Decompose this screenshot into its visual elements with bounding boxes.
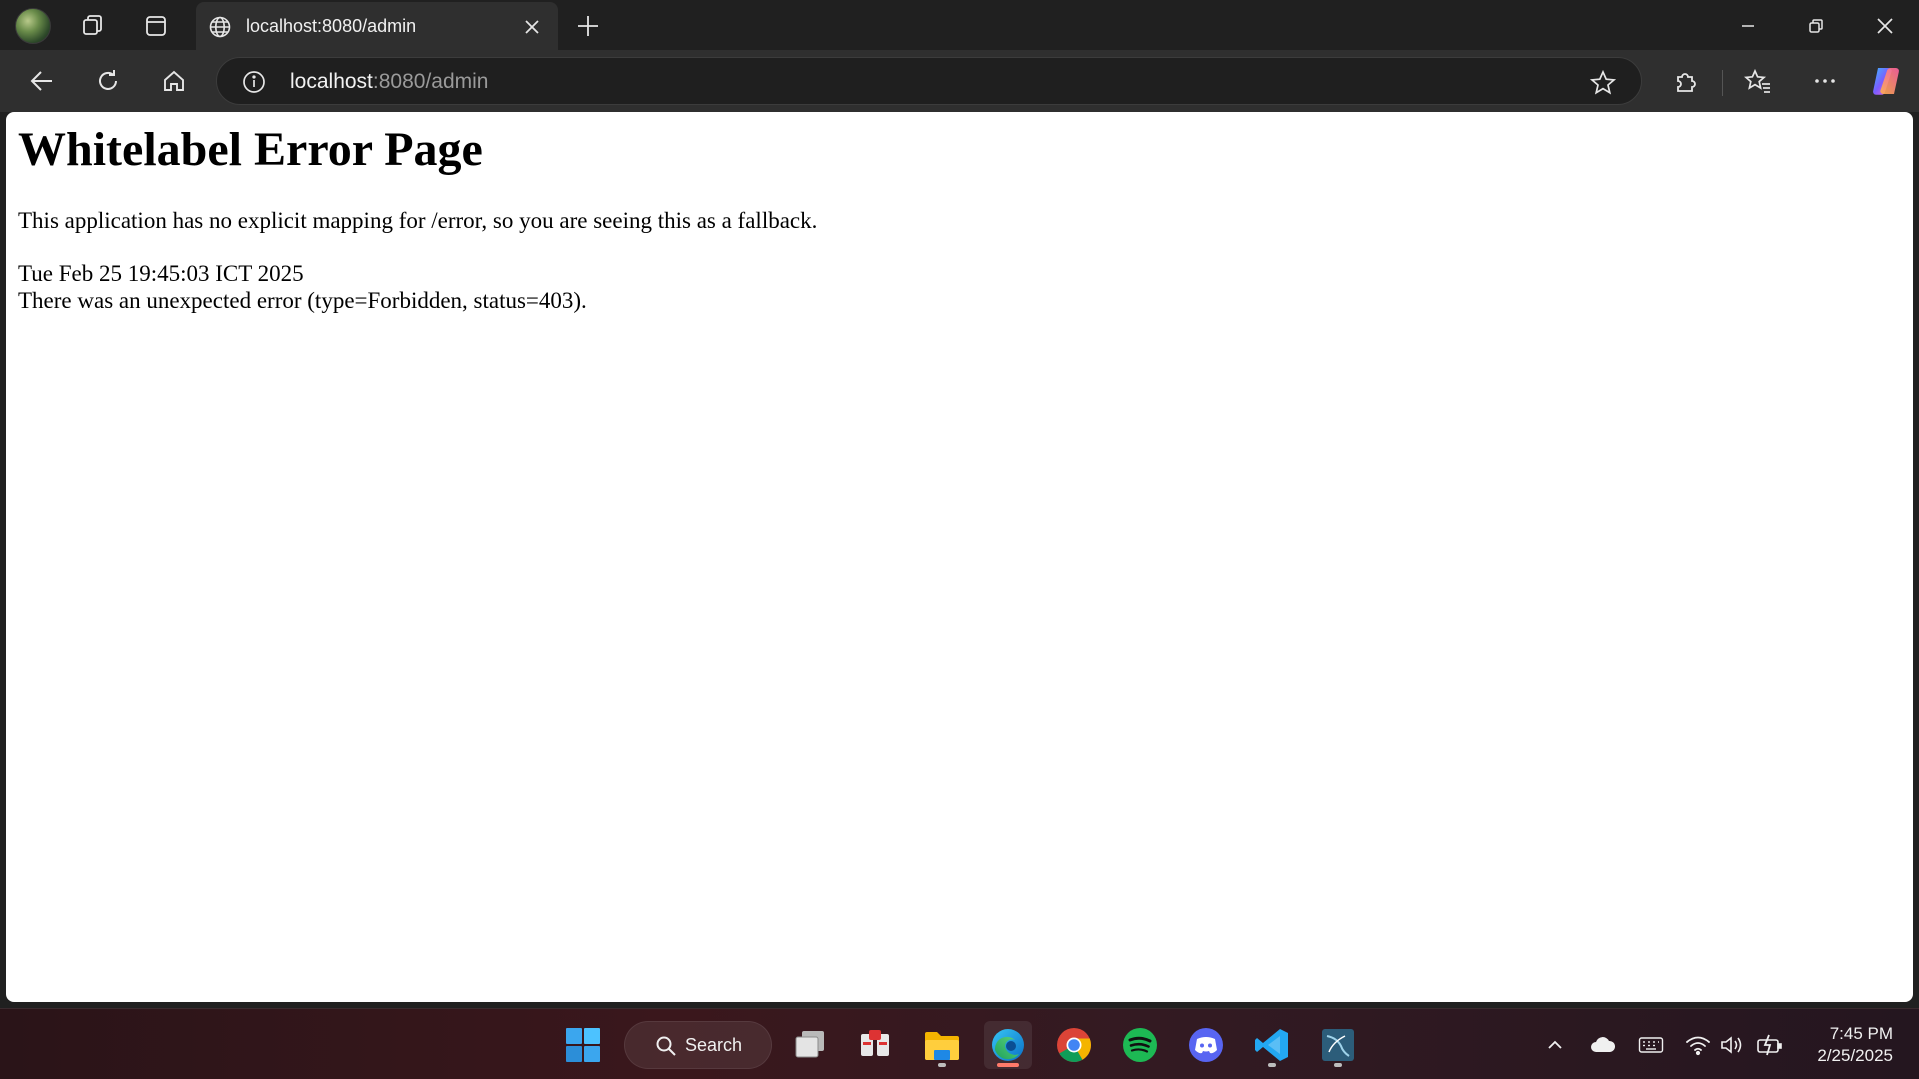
mysql-workbench-icon[interactable]: [1314, 1021, 1362, 1069]
battery-charging-icon[interactable]: [1756, 1031, 1784, 1059]
edge-icon[interactable]: [984, 1021, 1032, 1069]
extensions-icon[interactable]: [1669, 64, 1703, 98]
profile-avatar[interactable]: [15, 8, 51, 44]
clock-time: 7:45 PM: [1829, 1024, 1893, 1043]
favorites-icon[interactable]: [1741, 64, 1775, 98]
error-message: This application has no explicit mapping…: [18, 208, 818, 233]
search-icon: [655, 1035, 677, 1057]
more-options-icon[interactable]: [1808, 64, 1842, 98]
error-details: Tue Feb 25 19:45:03 ICT 2025 There was a…: [18, 260, 587, 314]
keyboard-icon[interactable]: [1637, 1031, 1665, 1059]
file-explorer-icon[interactable]: [918, 1021, 966, 1069]
globe-icon: [208, 15, 232, 39]
system-clock[interactable]: 7:45 PM 2/25/2025: [1817, 1023, 1893, 1067]
volume-icon[interactable]: [1718, 1031, 1746, 1059]
file-explorer-running-indicator: [938, 1063, 946, 1067]
home-icon[interactable]: [157, 64, 191, 98]
error-status: There was an unexpected error (type=Forb…: [18, 288, 587, 313]
browser-tab-bar: localhost:8080/admin: [0, 0, 1919, 51]
taskbar-search[interactable]: Search: [624, 1021, 772, 1069]
copilot-icon[interactable]: [1870, 64, 1904, 98]
onedrive-cloud-icon[interactable]: [1589, 1031, 1617, 1059]
taskbar: Search 7:45 PM 2/25/2025: [0, 1008, 1919, 1079]
workspaces-icon[interactable]: [76, 9, 110, 43]
minimize-icon[interactable]: [1725, 10, 1771, 42]
start-icon[interactable]: [559, 1021, 607, 1069]
favorite-star-icon[interactable]: [1589, 69, 1617, 97]
page-title: Whitelabel Error Page: [18, 123, 483, 176]
vertical-tabs-icon[interactable]: [139, 9, 173, 43]
site-info-icon[interactable]: [241, 69, 267, 95]
new-tab-icon[interactable]: [574, 12, 602, 40]
vscode-icon[interactable]: [1248, 1021, 1296, 1069]
edge-active-indicator: [997, 1063, 1019, 1067]
url-path: :8080/admin: [372, 70, 489, 93]
close-window-icon[interactable]: [1862, 10, 1908, 42]
url-host: localhost: [290, 70, 373, 93]
toolbar-separator: [1722, 70, 1723, 96]
search-label: Search: [685, 1035, 743, 1055]
mysql-workbench-running-indicator: [1334, 1063, 1342, 1067]
page-viewport: Whitelabel Error Page This application h…: [6, 112, 1913, 1002]
task-view-icon[interactable]: [786, 1021, 834, 1069]
close-tab-icon[interactable]: [520, 15, 544, 39]
url-text: localhost:8080/admin: [290, 70, 488, 94]
wifi-icon[interactable]: [1684, 1031, 1712, 1059]
restore-icon[interactable]: [1793, 10, 1839, 42]
app-icon[interactable]: [852, 1021, 900, 1069]
vscode-running-indicator: [1268, 1063, 1276, 1067]
discord-icon[interactable]: [1182, 1021, 1230, 1069]
spotify-icon[interactable]: [1116, 1021, 1164, 1069]
chrome-icon[interactable]: [1050, 1021, 1098, 1069]
tab-localhost-admin[interactable]: localhost:8080/admin: [196, 2, 558, 51]
address-bar[interactable]: localhost:8080/admin: [216, 57, 1642, 105]
tab-title: localhost:8080/admin: [246, 16, 417, 36]
error-timestamp: Tue Feb 25 19:45:03 ICT 2025: [18, 261, 304, 286]
refresh-icon[interactable]: [91, 64, 125, 98]
clock-date: 2/25/2025: [1817, 1046, 1893, 1065]
show-hidden-icons-chevron-up-icon[interactable]: [1541, 1031, 1569, 1059]
back-arrow-icon[interactable]: [25, 64, 59, 98]
